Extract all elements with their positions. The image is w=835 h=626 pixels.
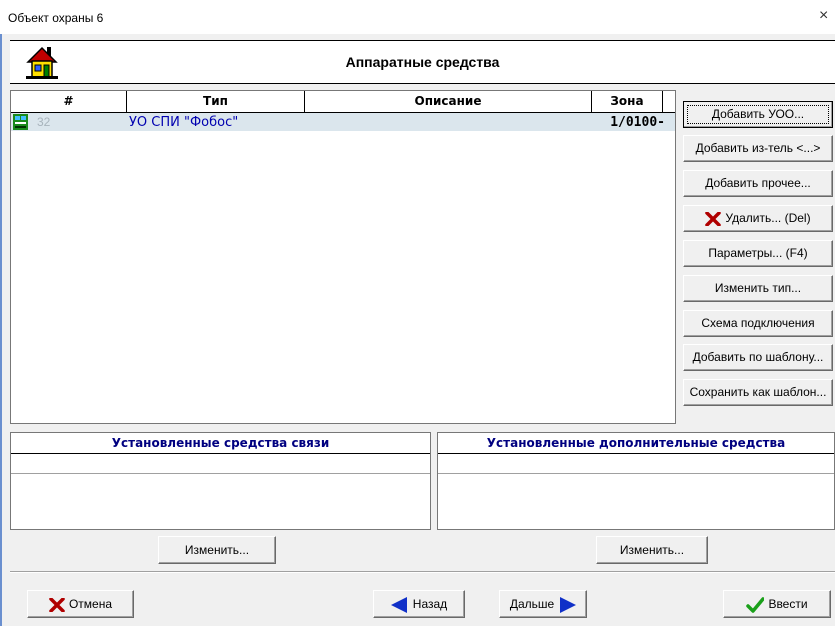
column-header-description[interactable]: Описание xyxy=(305,91,592,112)
change-comm-label: Изменить... xyxy=(184,543,250,557)
back-button[interactable]: Назад xyxy=(373,590,465,618)
focus-rect xyxy=(687,105,829,124)
next-button[interactable]: Дальше xyxy=(499,590,587,618)
checkmark-icon xyxy=(746,597,765,613)
params-button[interactable]: Параметры... (F4) xyxy=(683,240,833,267)
row-type: УО СПИ "Фобос" xyxy=(129,115,239,130)
divider xyxy=(438,473,834,474)
extra-devices-panel[interactable]: Установленные дополнительные средства xyxy=(437,432,835,530)
close-icon[interactable]: × xyxy=(819,6,835,26)
add-meter-label: Добавить из-тель <...> xyxy=(695,141,821,155)
cancel-x-icon xyxy=(49,597,65,612)
page-title: Аппаратные средства xyxy=(345,54,500,70)
add-by-template-button[interactable]: Добавить по шаблону... xyxy=(683,344,833,371)
column-header-number[interactable]: # xyxy=(11,91,127,112)
delete-x-icon xyxy=(705,211,722,226)
dialog-window: Объект охраны 6 × Аппаратные средства # … xyxy=(0,0,835,626)
hardware-table[interactable]: # Тип Описание Зона 32 УО СПИ "Фобос" 1/… xyxy=(10,90,676,424)
next-label: Дальше xyxy=(509,597,555,611)
add-uoo-button[interactable]: Добавить УОО... xyxy=(683,101,833,128)
column-header-type[interactable]: Тип xyxy=(127,91,305,112)
extra-panel-title: Установленные дополнительные средства xyxy=(438,433,834,454)
arrow-right-icon xyxy=(560,596,577,613)
save-as-template-button[interactable]: Сохранить как шаблон... xyxy=(683,379,833,406)
arrow-left-icon xyxy=(390,596,407,613)
change-extra-button[interactable]: Изменить... xyxy=(596,536,708,564)
add-meter-button[interactable]: Добавить из-тель <...> xyxy=(683,135,833,162)
change-comm-button[interactable]: Изменить... xyxy=(158,536,276,564)
column-header-zone[interactable]: Зона xyxy=(592,91,663,112)
device-icon xyxy=(13,114,28,130)
add-other-button[interactable]: Добавить прочее... xyxy=(683,170,833,197)
change-type-label: Изменить тип... xyxy=(714,281,802,295)
change-extra-label: Изменить... xyxy=(619,543,685,557)
divider xyxy=(11,473,430,474)
params-label: Параметры... (F4) xyxy=(708,246,808,260)
comm-devices-panel[interactable]: Установленные средства связи xyxy=(10,432,431,530)
row-zone: 1/0100- xyxy=(610,115,665,130)
wiring-label: Схема подключения xyxy=(701,316,815,330)
cancel-label: Отмена xyxy=(68,597,113,611)
row-number: 32 xyxy=(37,115,51,129)
table-row[interactable]: 32 УО СПИ "Фобос" 1/0100- xyxy=(11,113,675,131)
cancel-button[interactable]: Отмена xyxy=(27,590,134,618)
section-header: Аппаратные средства xyxy=(10,40,835,84)
footer-divider xyxy=(10,571,835,573)
wiring-diagram-button[interactable]: Схема подключения xyxy=(683,310,833,337)
delete-label: Удалить... (Del) xyxy=(725,211,811,225)
delete-button[interactable]: Удалить... (Del) xyxy=(683,205,833,232)
table-header: # Тип Описание Зона xyxy=(11,91,675,113)
enter-label: Ввести xyxy=(768,597,808,611)
add-other-label: Добавить прочее... xyxy=(705,176,811,190)
window-border xyxy=(0,34,2,626)
window-title: Объект охраны 6 xyxy=(8,11,104,25)
add-template-label: Добавить по шаблону... xyxy=(692,350,824,364)
comm-panel-title: Установленные средства связи xyxy=(11,433,430,454)
save-template-label: Сохранить как шаблон... xyxy=(689,385,827,399)
title-bar: Объект охраны 6 × xyxy=(0,0,835,34)
back-label: Назад xyxy=(412,597,448,611)
enter-button[interactable]: Ввести xyxy=(723,590,831,618)
change-type-button[interactable]: Изменить тип... xyxy=(683,275,833,302)
